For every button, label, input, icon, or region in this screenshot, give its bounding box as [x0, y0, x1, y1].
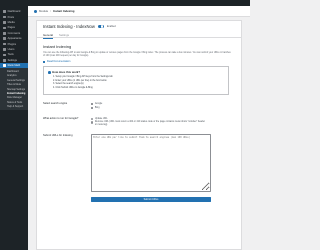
breadcrumb: Module / Instant Indexing — [28, 6, 250, 17]
main-panel: Instant Indexing - IndexNow Enabled Gene… — [36, 20, 242, 250]
urls-textarea[interactable] — [91, 134, 211, 193]
sidebar-item-label: Settings — [7, 58, 17, 62]
sidebar-item-label: Tools — [7, 53, 14, 57]
comments-icon — [3, 31, 6, 35]
tab-general[interactable]: General — [43, 33, 53, 39]
admin-sidebar: Dashboard Posts Media Pages Comments App… — [0, 0, 28, 250]
media-icon — [3, 21, 6, 24]
rank-math-submenu: Dashboard Analytics General Settings Tit… — [0, 68, 28, 110]
document-icon — [43, 60, 46, 64]
rank-math-icon — [3, 64, 6, 67]
submit-urls-row: Submit URLs for Indexing Submit URLs — [43, 134, 235, 203]
sidebar-item-label: Appearance — [7, 37, 22, 41]
read-documentation-link[interactable]: Read Documentation — [43, 60, 235, 63]
how-it-works-box: How does this work? 1. Setup your Google… — [43, 66, 229, 96]
submenu-item-help-support[interactable]: Help & Support — [0, 104, 28, 108]
read-documentation-label: Read Documentation — [46, 60, 71, 64]
engine-google-label: Google — [94, 103, 103, 106]
sidebar-item-label: Comments — [7, 31, 21, 35]
breadcrumb-root[interactable]: Module — [39, 9, 48, 13]
sidebar-item-label: Posts — [7, 15, 15, 19]
appearance-icon — [3, 37, 6, 40]
module-toggle-label: Enabled — [106, 25, 116, 28]
google-action-label: What action to run for Google? — [43, 117, 79, 121]
action-remove-label: Remove URL (URL must return a 404 or 410… — [94, 121, 206, 127]
users-icon — [3, 48, 6, 51]
sidebar-item-label: Pages — [7, 26, 15, 30]
module-toggle[interactable] — [97, 24, 104, 29]
breadcrumb-separator: / — [50, 9, 51, 13]
dashboard-icon — [3, 10, 6, 13]
breadcrumb-current: Instant Indexing — [52, 9, 75, 13]
google-action-row: What action to run for Google? Update UR… — [43, 117, 235, 127]
list-item: 4. Click Submit URLs to Google & Bing — [53, 86, 93, 89]
page-title: Instant Indexing - IndexNow — [43, 24, 95, 29]
action-remove-radio[interactable]: Remove URL (URL must return a 404 or 410… — [91, 121, 235, 127]
settings-icon — [3, 58, 6, 62]
plugins-icon — [3, 42, 6, 46]
how-it-works-title: How does this work? — [52, 70, 81, 75]
tools-icon — [3, 53, 6, 57]
section-title: Instant Indexing — [43, 44, 72, 49]
submit-urls-button[interactable]: Submit URLs — [91, 197, 211, 203]
section-description: You can use the following API to ask Goo… — [43, 52, 231, 58]
engine-bing-checkbox[interactable]: Bing — [91, 106, 235, 110]
sidebar-item-label: Users — [7, 47, 15, 51]
tab-settings[interactable]: Settings — [59, 33, 69, 39]
rank-math-logo-icon — [34, 9, 37, 13]
panel-header: Instant Indexing - IndexNow Enabled Gene… — [37, 21, 241, 39]
submit-urls-label: Submit URLs for Indexing — [43, 134, 73, 138]
help-icon — [48, 71, 51, 74]
steps-list: 1. Setup your Google / Bing API keys fro… — [48, 76, 224, 90]
panel-content: Instant Indexing You can use the followi… — [37, 38, 241, 206]
sidebar-item-label: Dashboard — [7, 10, 21, 14]
action-update-label: Update URL — [94, 118, 108, 121]
posts-icon — [3, 15, 6, 19]
pages-icon — [3, 26, 6, 30]
search-engine-row: Select search engine Google Bing — [43, 102, 235, 110]
sidebar-item-label: Media — [7, 20, 15, 24]
search-engine-label: Select search engine — [43, 102, 68, 106]
sidebar-item-label: Rank Math — [7, 64, 21, 68]
sidebar-item-label: Plugins — [7, 42, 17, 46]
engine-bing-label: Bing — [94, 107, 100, 110]
